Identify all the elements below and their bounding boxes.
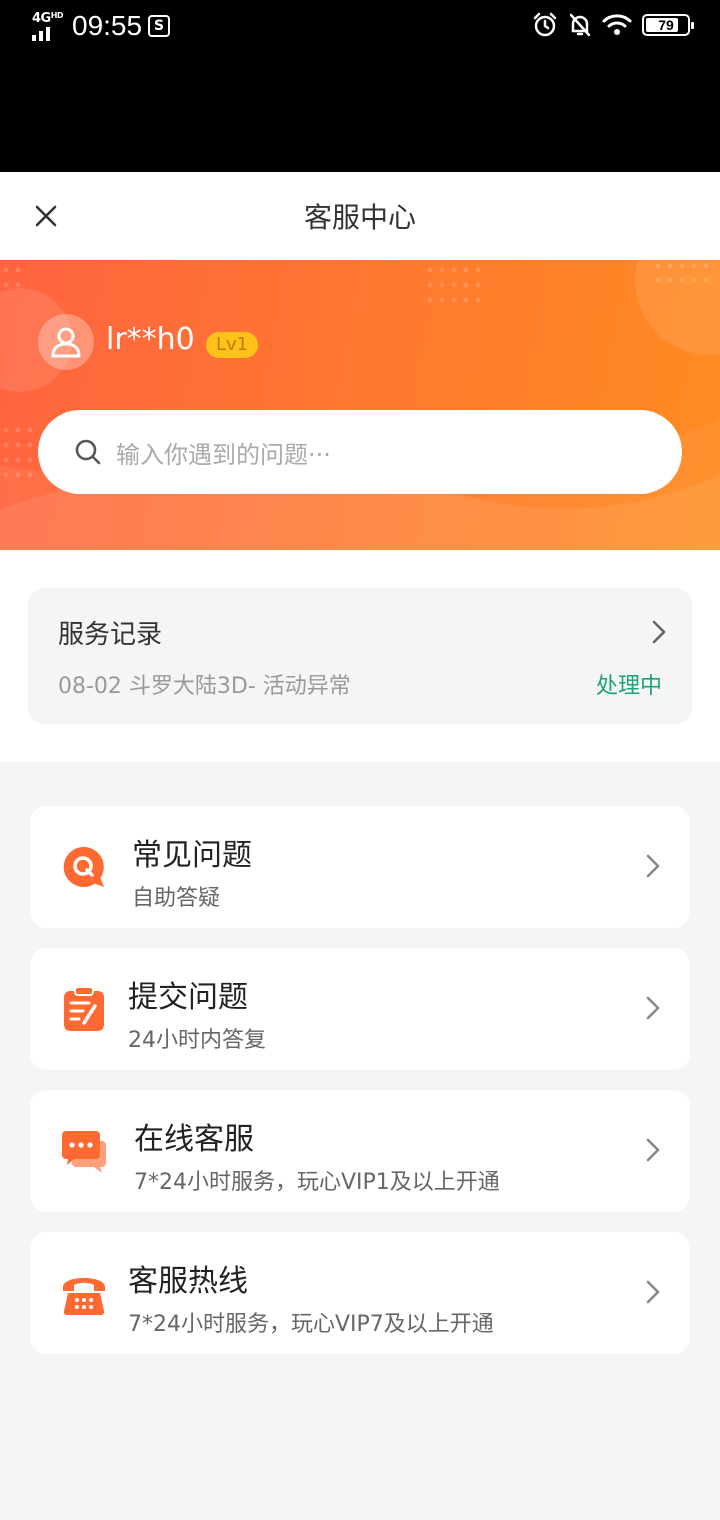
service-record-detail: 08-02 斗罗大陆3D- 活动异常 — [58, 674, 351, 699]
service-record-status: 处理中 — [595, 674, 662, 699]
battery-level: 79 — [658, 17, 674, 33]
alarm-icon — [533, 12, 557, 37]
chevron-right-icon — [646, 854, 660, 878]
network-type: 4G — [32, 11, 51, 26]
mute-icon — [569, 13, 591, 37]
service-record-card[interactable]: 服务记录 08-02 斗罗大陆3D- 活动异常 处理中 — [28, 588, 692, 724]
service-record-title: 服务记录 — [58, 620, 163, 650]
menu-title: 提交问题 — [128, 980, 248, 1015]
status-right: 79 — [532, 12, 694, 38]
user-header: lr**h0 Lv1 输入你遇到的问题··· — [0, 260, 720, 550]
faq-icon — [63, 846, 104, 887]
menu-item-submit[interactable]: 提交问题 24小时内答复 — [30, 948, 690, 1070]
submit-icon — [64, 986, 104, 1031]
username: lr**h0 — [106, 322, 195, 357]
status-left: 4GHD 09:55 S — [30, 10, 171, 42]
search-icon — [75, 439, 101, 465]
chevron-right-icon — [646, 1280, 660, 1304]
signal-icon: 4GHD — [30, 11, 66, 41]
chevron-right-icon — [652, 620, 666, 644]
wifi-icon — [602, 14, 632, 35]
nav-bar: 客服中心 — [0, 172, 720, 260]
search-placeholder: 输入你遇到的问题··· — [116, 440, 331, 469]
chat-icon — [62, 1131, 106, 1173]
user-icon — [51, 327, 81, 358]
avatar[interactable] — [38, 314, 94, 370]
menu-title: 在线客服 — [134, 1122, 254, 1157]
chevron-right-icon — [646, 996, 660, 1020]
menu-subtitle: 7*24小时服务，玩心VIP7及以上开通 — [128, 1312, 494, 1337]
phone-icon — [63, 1278, 105, 1316]
battery-icon: 79 — [642, 14, 694, 36]
status-bar: 4GHD 09:55 S 79 — [0, 0, 720, 172]
search-input[interactable]: 输入你遇到的问题··· — [38, 410, 682, 494]
menu-subtitle: 24小时内答复 — [128, 1028, 266, 1053]
page-title: 客服中心 — [303, 201, 416, 234]
menu-item-faq[interactable]: 常见问题 自助答疑 — [30, 806, 690, 928]
status-time: 09:55 — [72, 10, 143, 41]
level-badge: Lv1 — [206, 332, 259, 358]
menu-title: 常见问题 — [132, 838, 252, 873]
menu-subtitle: 7*24小时服务，玩心VIP1及以上开通 — [134, 1170, 500, 1195]
network-hd: HD — [50, 11, 64, 20]
menu-title: 客服热线 — [128, 1264, 248, 1299]
service-record-section: 服务记录 08-02 斗罗大陆3D- 活动异常 处理中 — [0, 550, 720, 762]
menu-item-hotline[interactable]: 客服热线 7*24小时服务，玩心VIP7及以上开通 — [30, 1232, 690, 1354]
menu-item-online-service[interactable]: 在线客服 7*24小时服务，玩心VIP1及以上开通 — [30, 1090, 690, 1212]
menu-subtitle: 自助答疑 — [132, 886, 221, 911]
notification-app-icon: S — [148, 15, 171, 37]
header-decoration — [0, 260, 720, 550]
chevron-right-icon — [646, 1138, 660, 1162]
